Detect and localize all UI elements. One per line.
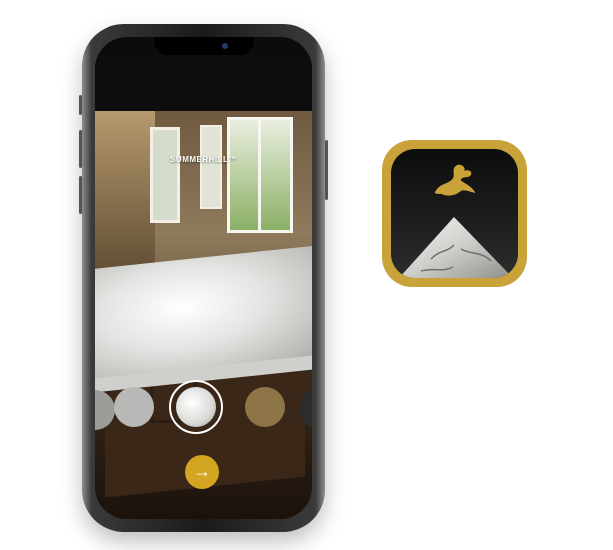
app-icon bbox=[391, 149, 518, 278]
phone-volume-up-button bbox=[79, 130, 82, 168]
window bbox=[200, 125, 222, 209]
window bbox=[150, 127, 180, 223]
swatch-grey-marble[interactable] bbox=[114, 387, 154, 427]
wall bbox=[95, 111, 155, 281]
swatch-bronze[interactable] bbox=[245, 387, 285, 427]
phone-notch bbox=[153, 37, 254, 55]
product-title: SUMMERHILL™ bbox=[170, 155, 237, 164]
phone-mute-button bbox=[79, 95, 82, 115]
phone-screen: ‹ SUMMERHILL™ → bbox=[95, 37, 312, 519]
swatch-summerhill[interactable] bbox=[176, 387, 216, 427]
camera-icon bbox=[222, 43, 228, 49]
dragon-logo-icon bbox=[434, 164, 476, 196]
window bbox=[227, 117, 293, 233]
phone-power-button bbox=[325, 140, 328, 200]
app-header bbox=[95, 55, 312, 111]
arrow-right-icon[interactable]: → bbox=[185, 455, 219, 489]
phone-volume-down-button bbox=[79, 176, 82, 214]
